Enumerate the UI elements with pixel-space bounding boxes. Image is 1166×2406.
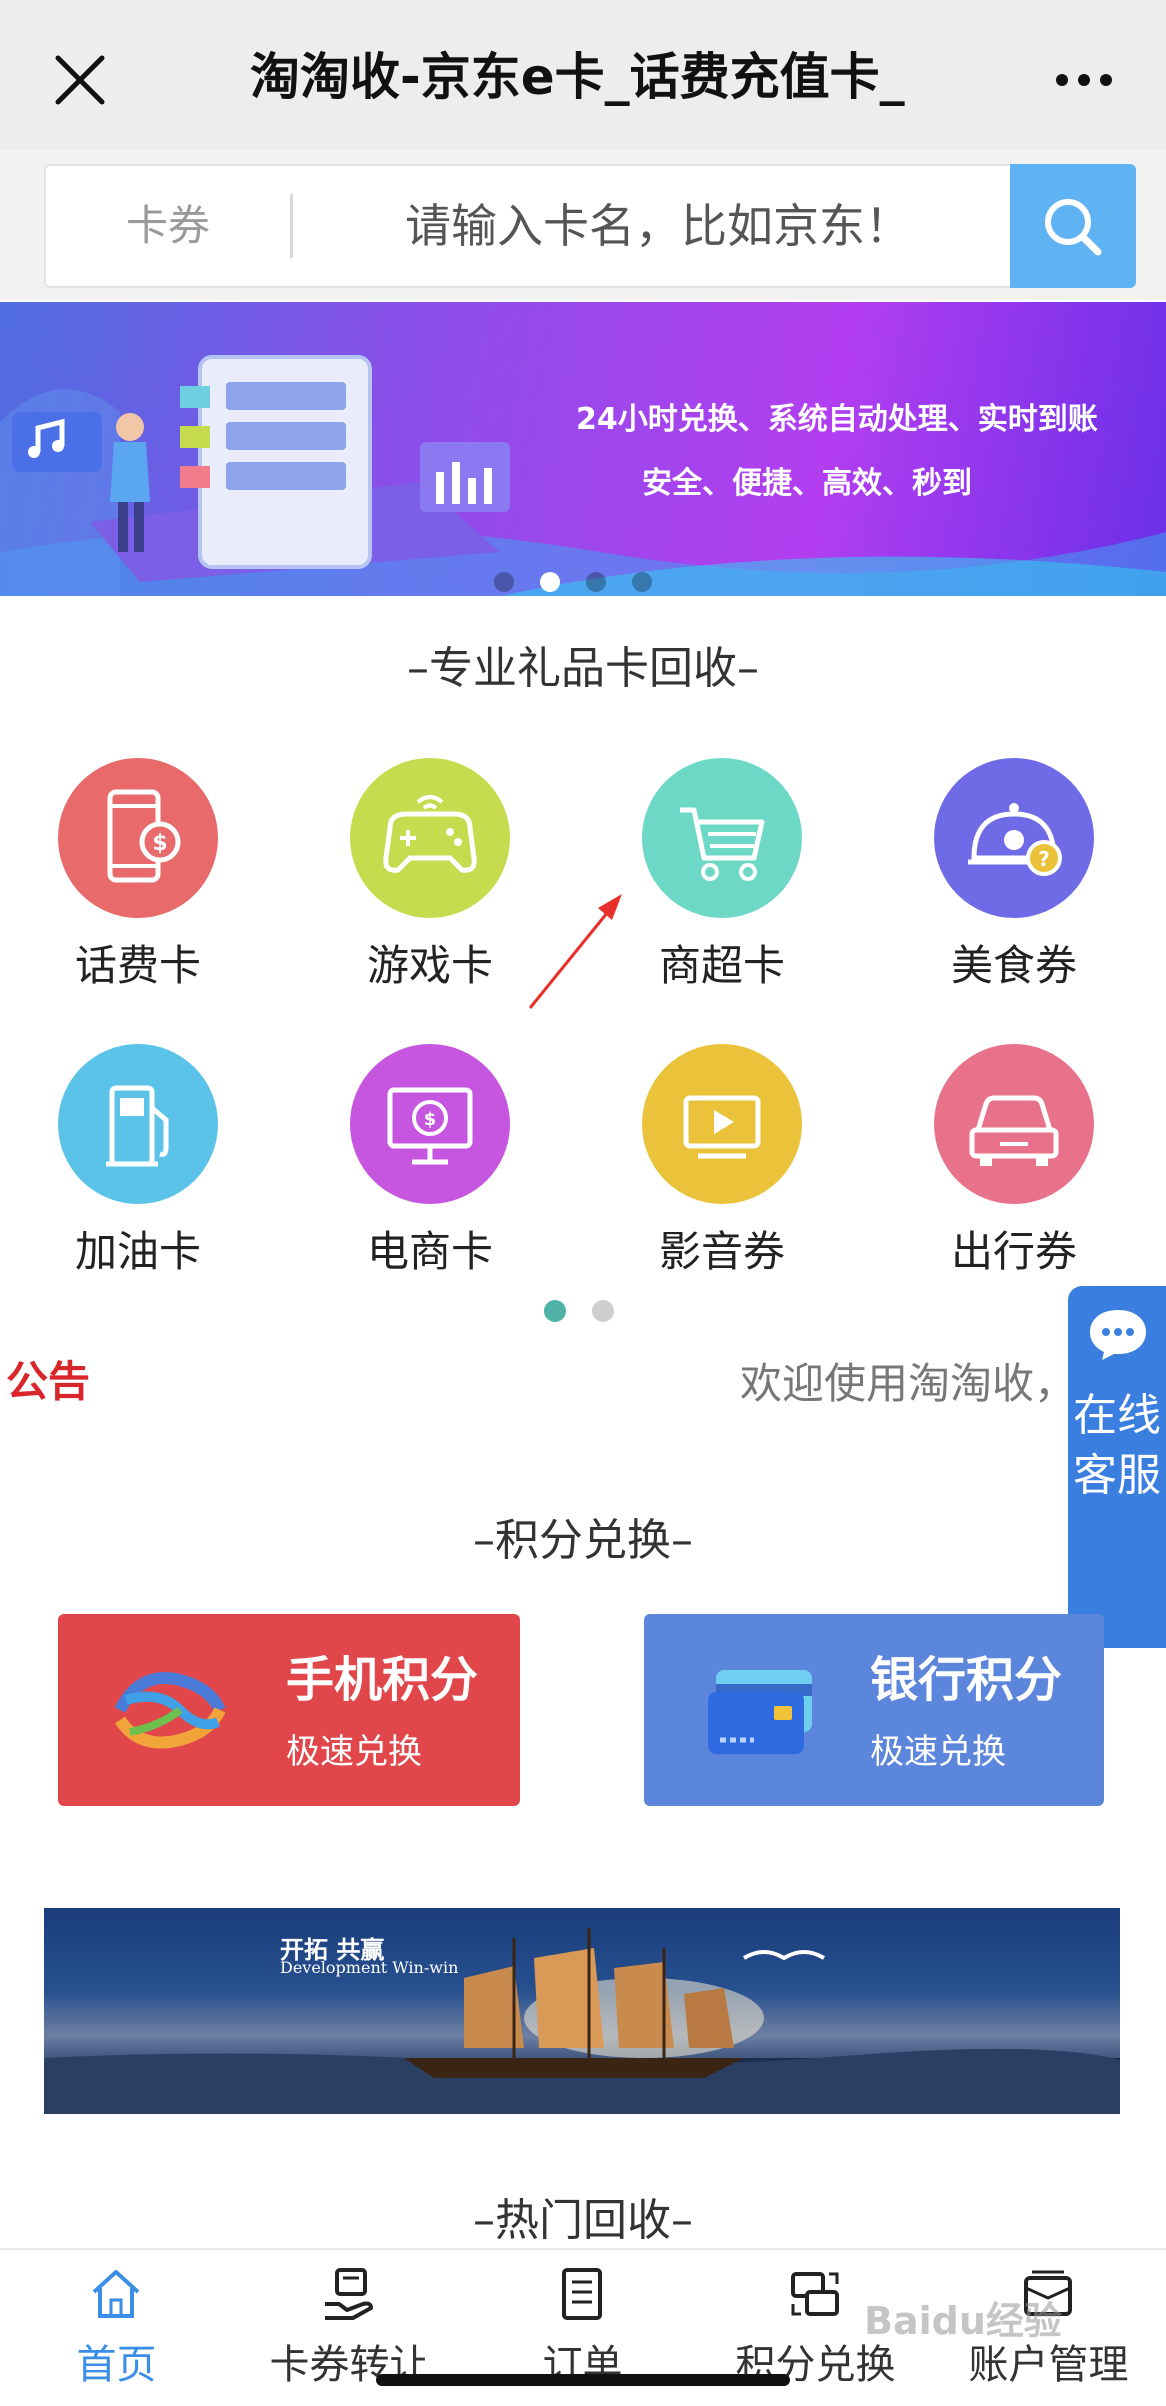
search-button[interactable] <box>1010 164 1136 288</box>
close-icon[interactable] <box>52 52 108 108</box>
notice-marquee[interactable]: 欢迎使用淘淘收， <box>740 1350 1076 1411</box>
banner-dot[interactable] <box>632 572 652 592</box>
points-exchange-icon <box>791 2272 839 2316</box>
card-transfer-icon <box>325 2268 373 2320</box>
food-cloche-icon: ? <box>968 803 1062 876</box>
search-input[interactable] <box>308 186 1008 266</box>
category-pagination <box>544 1300 624 1324</box>
banner-dot[interactable] <box>586 572 606 592</box>
page-title: 淘淘收-京东e卡_话费充值卡_ <box>250 48 905 106</box>
category-ecommerce-card[interactable]: $ 电商卡 <box>330 1044 530 1294</box>
home-icon <box>92 2270 140 2318</box>
gamepad-icon <box>383 795 477 873</box>
hot-section-title: –热门回收– <box>473 2195 693 2246</box>
category-label: 出行券 <box>950 1227 1077 1276</box>
promo-banner[interactable]: 24小时兑换、系统自动处理、实时到账 安全、便捷、高效、秒到 <box>0 302 1166 596</box>
online-service-label: 在线客服 <box>1073 1390 1161 1501</box>
annotation-arrow-icon <box>528 894 622 1009</box>
tab-home[interactable]: 首页 <box>0 2250 233 2406</box>
category-fuel-card[interactable]: 加油卡 <box>38 1044 238 1294</box>
category-phone-card[interactable]: $ 话费卡 <box>38 758 238 1008</box>
more-icon[interactable] <box>1054 60 1114 100</box>
banner-illustration <box>0 355 1166 596</box>
home-indicator[interactable] <box>376 2374 790 2386</box>
bank-points-title: 银行积分 <box>870 1652 1063 1708</box>
banner-text-line1: 24小时兑换、系统自动处理、实时到账 <box>576 402 1098 437</box>
mobile-points-title: 手机积分 <box>286 1652 479 1708</box>
category-label: 电商卡 <box>366 1227 493 1276</box>
fuel-pump-icon <box>106 1085 169 1167</box>
category-label: 游戏卡 <box>366 941 493 990</box>
phone-card-icon: $ <box>107 789 181 883</box>
order-list-icon <box>562 2268 602 2320</box>
search-icon <box>1045 199 1102 256</box>
sailing-ship-illustration <box>44 1928 1120 2114</box>
tab-label: 首页 <box>76 2342 157 2388</box>
notice-label: 公告 <box>6 1357 91 1406</box>
shopping-cart-icon <box>680 807 765 881</box>
banner-text-line2: 安全、便捷、高效、秒到 <box>642 466 972 501</box>
svg-text:$: $ <box>424 1109 437 1130</box>
category-food-voucher[interactable]: ? 美食券 <box>914 758 1114 1008</box>
chat-bubble-icon <box>1090 1310 1146 1360</box>
banner-pagination <box>494 572 674 594</box>
video-play-icon <box>683 1095 761 1159</box>
bank-card-icon <box>708 1670 812 1754</box>
category-supermarket-card[interactable]: 商超卡 <box>622 758 822 1008</box>
search-divider <box>290 194 293 258</box>
search-bar: 卡券 <box>0 150 1166 300</box>
svg-text:?: ? <box>1038 847 1050 871</box>
category-travel-voucher[interactable]: 出行券 <box>914 1044 1114 1294</box>
search-box: 卡券 <box>44 164 1136 288</box>
mobile-points-card[interactable]: 手机积分 极速兑换 <box>58 1614 520 1806</box>
ecommerce-monitor-icon: $ <box>387 1087 473 1165</box>
category-media-voucher[interactable]: 影音券 <box>622 1044 822 1294</box>
online-service-button[interactable]: 在线客服 <box>1068 1286 1166 1648</box>
bank-points-subtitle: 极速兑换 <box>870 1732 1006 1772</box>
banner-dot[interactable] <box>494 572 514 592</box>
svg-text:$: $ <box>152 831 167 856</box>
category-label: 商超卡 <box>658 941 785 990</box>
promo-en-text: Development Win-win <box>280 1958 459 1977</box>
app-page: 淘淘收-京东e卡_话费充值卡_ 卡券 请输入卡名，比如京东！ 24小时兑换、系统… <box>0 0 1166 2406</box>
points-section-title: –积分兑换– <box>473 1515 693 1566</box>
watermark: Baidu经验 <box>864 2299 1062 2343</box>
category-page-dot-active[interactable] <box>544 1300 566 1322</box>
title-bar: 淘淘收-京东e卡_话费充值卡_ <box>0 0 1166 150</box>
china-mobile-logo <box>114 1672 226 1749</box>
promo-image[interactable]: 开拓 共赢 Development Win-win <box>44 1908 1120 2114</box>
gift-section-title: –专业礼品卡回收– <box>407 643 759 694</box>
category-label: 影音券 <box>658 1227 785 1276</box>
car-icon <box>969 1095 1059 1166</box>
category-label: 加油卡 <box>74 1227 201 1276</box>
search-category-select[interactable]: 卡券 <box>46 166 290 286</box>
banner-dot-active[interactable] <box>540 572 560 592</box>
mobile-points-subtitle: 极速兑换 <box>286 1732 422 1772</box>
bank-points-card[interactable]: 银行积分 极速兑换 <box>644 1614 1104 1806</box>
category-game-card[interactable]: 游戏卡 <box>330 758 530 1008</box>
category-label: 话费卡 <box>74 941 201 990</box>
category-page-dot[interactable] <box>592 1300 614 1322</box>
category-label: 美食券 <box>950 941 1077 990</box>
